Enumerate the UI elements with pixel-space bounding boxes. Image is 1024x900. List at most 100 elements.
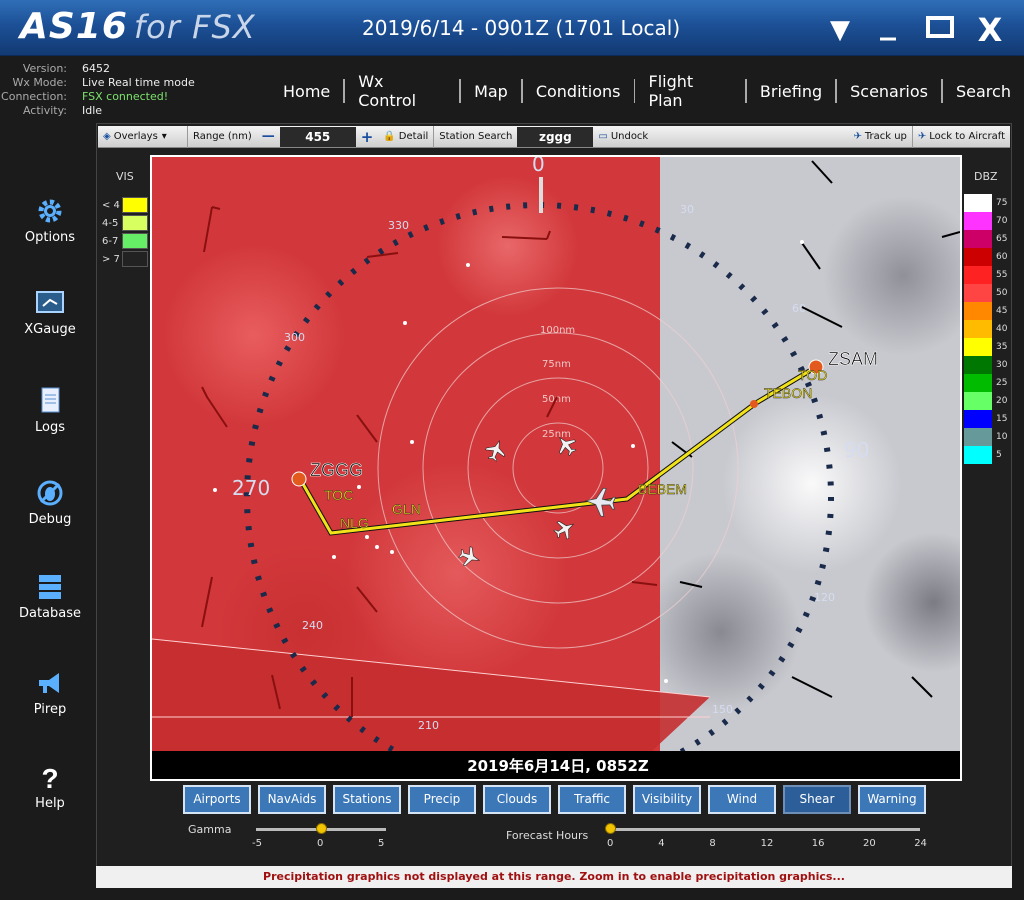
forecast-tick: 16 [811, 838, 825, 849]
dbz-legend-label: 40 [996, 324, 1008, 334]
waypoint-label-toc: TOC [324, 487, 353, 503]
dbz-legend-item: 35 [964, 338, 1014, 356]
vis-legend-swatch [122, 215, 148, 231]
range-value-field[interactable]: 455 [279, 126, 356, 147]
nav-flight-plan[interactable]: Flight Plan [635, 72, 744, 110]
database-icon [39, 575, 61, 599]
bug-icon [37, 480, 63, 506]
vis-legend-label: < 4 [102, 199, 120, 211]
ring-label: 100nm [540, 325, 575, 336]
layer-button-stations[interactable]: Stations [333, 785, 401, 814]
question-icon: ? [41, 763, 58, 792]
app-logo: AS16 for FSX [20, 6, 256, 47]
minimize-button[interactable]: _ [870, 4, 906, 40]
gamma-tick: -5 [252, 838, 262, 849]
map-overlay-graphics: 25nm 50nm 75nm 100nm 0 30 60 90 120 150 … [152, 157, 960, 751]
sidebar-item-database[interactable]: Database [0, 572, 100, 621]
vis-legend-item: 6-7 [100, 232, 148, 250]
sidebar-item-xgauge[interactable]: XGauge [0, 288, 100, 337]
dbz-legend-label: 60 [996, 252, 1008, 262]
version-value: 6452 [82, 62, 110, 75]
lower-shear-band [152, 639, 710, 751]
own-aircraft-icon [584, 487, 617, 517]
station-search-input[interactable]: zggg [517, 126, 594, 147]
layer-button-shear[interactable]: Shear [783, 785, 851, 814]
layer-button-traffic[interactable]: Traffic [558, 785, 626, 814]
vis-legend-item: > 7 [100, 250, 148, 268]
sidebar-item-help[interactable]: ? Help [0, 762, 100, 811]
dbz-legend-swatch [964, 212, 992, 230]
connection-value: FSX connected! [82, 90, 169, 103]
gamma-slider-knob[interactable] [316, 823, 327, 834]
vis-legend-item: 4-5 [100, 214, 148, 232]
range-decrease-button[interactable]: — [257, 126, 280, 148]
dbz-legend-swatch [964, 302, 992, 320]
dbz-legend-item: 10 [964, 428, 1014, 446]
undock-button[interactable]: ▭ Undock [593, 126, 653, 148]
layer-button-warning[interactable]: Warning [858, 785, 926, 814]
close-button[interactable]: X [972, 12, 1008, 48]
dbz-legend-swatch [964, 284, 992, 302]
sidebar-item-pirep[interactable]: Pirep [0, 668, 100, 717]
nav-search[interactable]: Search [943, 82, 1024, 101]
dbz-legend-swatch [964, 392, 992, 410]
dbz-legend-swatch [964, 338, 992, 356]
overlays-dropdown[interactable]: ◈ Overlays ▾ [98, 125, 188, 148]
maximize-button[interactable] [922, 12, 958, 48]
nav-scenarios[interactable]: Scenarios [837, 82, 941, 101]
layer-button-navaids[interactable]: NavAids [258, 785, 326, 814]
nav-map[interactable]: Map [461, 82, 521, 101]
weather-map[interactable]: 25nm 50nm 75nm 100nm 0 30 60 90 120 150 … [150, 155, 962, 781]
layer-button-clouds[interactable]: Clouds [483, 785, 551, 814]
layer-button-airports[interactable]: Airports [183, 785, 251, 814]
megaphone-icon [39, 673, 59, 693]
sidebar-item-label: Help [35, 796, 65, 811]
dbz-legend-item: 20 [964, 392, 1014, 410]
layer-button-precip[interactable]: Precip [408, 785, 476, 814]
flight-plan-route [297, 365, 817, 535]
activity-label: Activity: [22, 104, 67, 117]
forecast-slider-knob[interactable] [605, 823, 616, 834]
ring-label: 25nm [542, 429, 571, 440]
dbz-legend-item: 55 [964, 266, 1014, 284]
detail-button[interactable]: 🔒 Detail [378, 125, 435, 148]
lock-to-aircraft-button[interactable]: ✈ Lock to Aircraft [913, 126, 1010, 148]
nav-conditions[interactable]: Conditions [523, 82, 634, 101]
forecast-slider-track[interactable] [610, 828, 920, 831]
sidebar-item-logs[interactable]: Logs [0, 386, 100, 435]
layer-button-row: Airports NavAids Stations Precip Clouds Traff… [183, 785, 933, 814]
origin-airport-marker[interactable] [291, 471, 307, 487]
range-increase-button[interactable]: + [356, 126, 379, 148]
utc-clock: 2019/6/14 - 0901Z (1701 Local) [362, 16, 681, 40]
nav-home[interactable]: Home [270, 82, 343, 101]
dropdown-button[interactable]: ▼ [822, 12, 858, 48]
waypoint-label-bebem: BEBEM [638, 481, 687, 497]
dbz-legend-label: 45 [996, 306, 1008, 316]
waypoint-label-tod: TOD [798, 367, 827, 383]
map-timestamp: 2019年6月14日, 0852Z [152, 751, 960, 779]
sidebar-item-debug[interactable]: Debug [0, 478, 100, 527]
compass-label: 30 [680, 203, 694, 216]
waypoint-label-tebon: TEBON [764, 385, 812, 401]
compass-label: 150 [712, 703, 733, 716]
wind-barbs [201, 206, 658, 717]
connection-label: Connection: [1, 90, 67, 103]
airplane-icon: ✈ [853, 131, 862, 142]
layer-button-visibility[interactable]: Visibility [633, 785, 701, 814]
layer-button-wind[interactable]: Wind [708, 785, 776, 814]
sidebar-item-label: Pirep [33, 702, 67, 717]
wxmode-label: Wx Mode: [12, 76, 67, 89]
nav-wx-control[interactable]: Wx Control [345, 72, 459, 110]
airplane-lock-icon: ✈ [917, 131, 927, 142]
compass-label: 240 [302, 619, 323, 632]
svg-text:?: ? [41, 763, 58, 792]
station-dots [213, 240, 804, 683]
wxmode-value: Live Real time mode [82, 76, 195, 89]
forecast-tick: 12 [760, 838, 774, 849]
track-up-button[interactable]: ✈ Track up [848, 125, 913, 148]
sidebar-item-options[interactable]: Options [0, 196, 100, 245]
dbz-legend-label: 75 [996, 198, 1008, 208]
nav-briefing[interactable]: Briefing [747, 82, 835, 101]
forecast-tick: 0 [607, 838, 614, 849]
dbz-legend-swatch [964, 428, 992, 446]
